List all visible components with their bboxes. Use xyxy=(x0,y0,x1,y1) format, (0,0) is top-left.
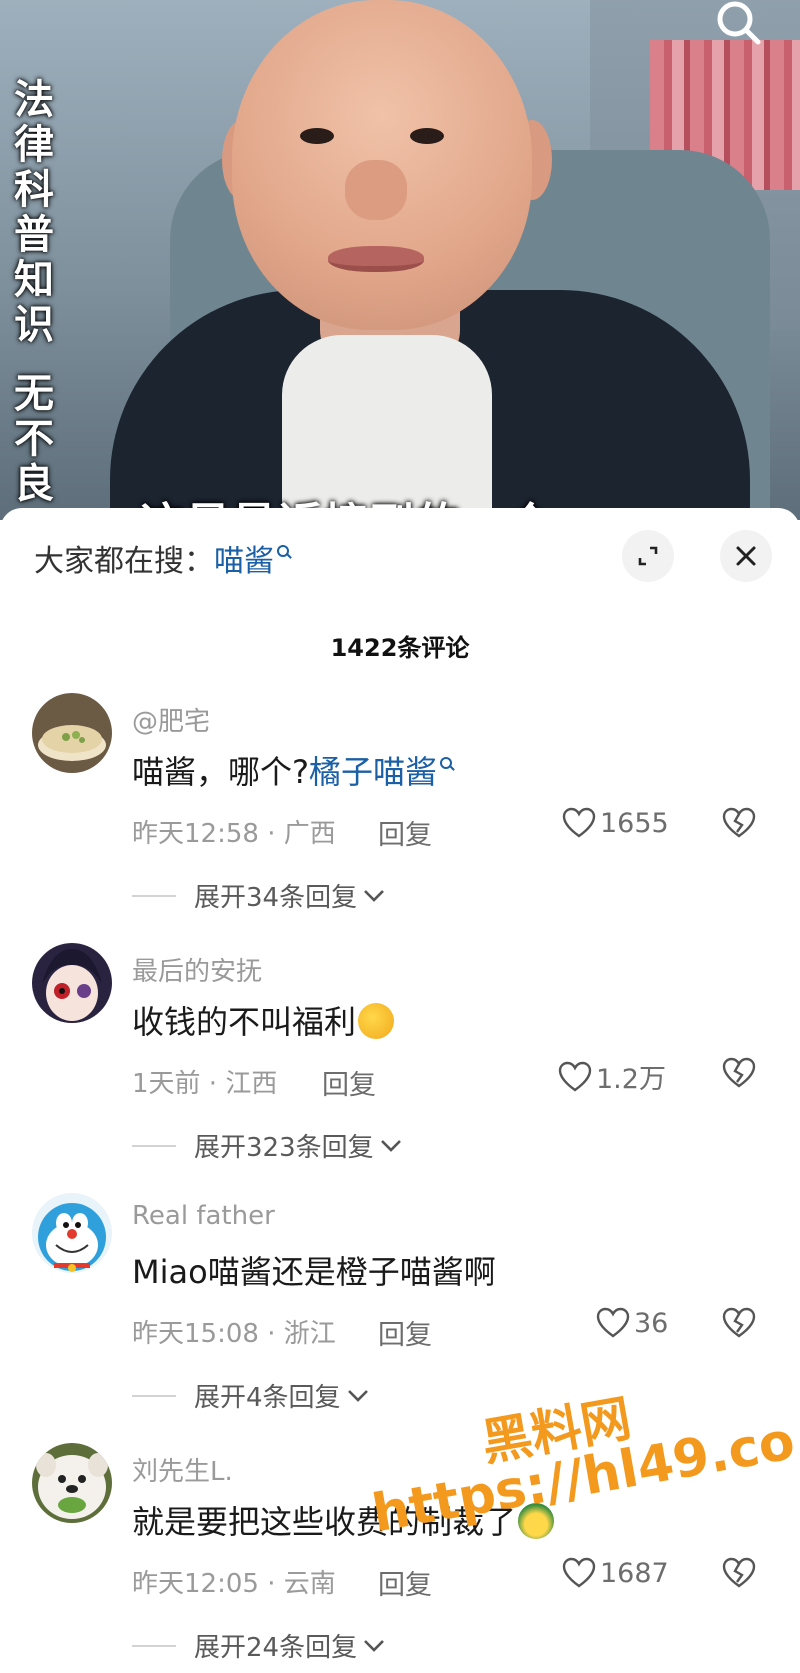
user-avatar[interactable] xyxy=(32,1193,112,1273)
comment-text: 收钱的不叫福利 xyxy=(132,997,395,1043)
comment-username[interactable]: 最后的安抚 xyxy=(132,951,262,988)
broken-heart-icon xyxy=(722,1057,756,1088)
like-button[interactable]: 36 xyxy=(596,1307,668,1339)
like-count: 1687 xyxy=(600,1557,669,1589)
search-small-icon xyxy=(277,545,289,557)
user-avatar[interactable] xyxy=(32,1443,112,1523)
comment-search-link[interactable]: 橘子喵酱 xyxy=(309,753,453,791)
expand-replies-button[interactable]: 展开323条回复 xyxy=(132,1127,402,1164)
broken-heart-icon xyxy=(722,807,756,838)
ok-hand-emoji xyxy=(358,1003,395,1039)
reply-button[interactable]: 回复 xyxy=(378,1563,432,1602)
heart-icon xyxy=(562,807,596,838)
expand-replies-label: 展开323条回复 xyxy=(194,1133,374,1163)
divider-dash xyxy=(132,1644,176,1647)
expand-replies-label: 展开34条回复 xyxy=(194,883,358,913)
video-vertical-overlay-text: 法律科普知识 无不良 xyxy=(10,78,58,507)
divider-dash xyxy=(132,1144,176,1147)
expand-replies-label: 展开24条回复 xyxy=(194,1633,358,1663)
like-count: 1655 xyxy=(600,807,669,839)
comment-text: Miao喵酱还是橙子喵酱啊 xyxy=(132,1253,496,1291)
reply-button[interactable]: 回复 xyxy=(378,813,432,852)
chevron-down-icon xyxy=(347,1389,368,1402)
user-avatar[interactable] xyxy=(32,693,112,773)
divider-dash xyxy=(132,894,176,897)
expand-sheet-button[interactable] xyxy=(622,530,674,582)
divider-dash xyxy=(132,1394,176,1397)
presenter-nose xyxy=(345,160,407,220)
expand-replies-button[interactable]: 展开4条回复 xyxy=(132,1377,369,1414)
close-sheet-button[interactable] xyxy=(720,530,772,582)
user-avatar[interactable] xyxy=(32,943,112,1023)
search-small-icon xyxy=(440,757,453,769)
chevron-down-icon xyxy=(364,1639,385,1652)
expand-icon xyxy=(638,546,658,566)
comment-time-location: 1天前 · 江西 xyxy=(132,1069,278,1099)
comment-text: 喵酱，哪个?橘子喵酱 xyxy=(132,747,453,793)
comment-time-location: 昨天15:08 · 浙江 xyxy=(132,1319,336,1349)
comment-item: 最后的安抚 收钱的不叫福利 1天前 · 江西 回复 1.2万 展开323条回复 xyxy=(0,943,800,1193)
heart-icon xyxy=(562,1557,596,1588)
hot-search-term-link[interactable]: 喵酱 xyxy=(214,544,289,579)
vertical-text-line-1: 法律科普知识 xyxy=(14,77,54,348)
comment-username[interactable]: @肥宅 xyxy=(132,701,210,738)
comment-username[interactable]: Real father xyxy=(132,1201,275,1231)
hot-search-label: 大家都在搜： xyxy=(34,544,214,579)
comment-count: 1422条评论 xyxy=(330,634,470,662)
heart-icon xyxy=(558,1061,592,1091)
video-player[interactable]: 法律科普知识 无不良 这是最近接到的一个 xyxy=(0,0,800,520)
broken-heart-icon xyxy=(722,1307,756,1338)
like-button[interactable]: 1687 xyxy=(562,1557,669,1589)
dislike-button[interactable] xyxy=(722,1557,756,1593)
like-button[interactable]: 1.2万 xyxy=(558,1057,666,1096)
broken-heart-icon xyxy=(722,1557,756,1588)
dislike-button[interactable] xyxy=(722,807,756,843)
presenter-eye xyxy=(300,128,334,144)
dislike-button[interactable] xyxy=(722,1307,756,1343)
like-count: 36 xyxy=(634,1307,669,1339)
like-count: 1.2万 xyxy=(596,1064,666,1095)
expand-replies-button[interactable]: 展开34条回复 xyxy=(132,877,385,914)
video-search-button[interactable] xyxy=(708,0,768,50)
presenter-eye xyxy=(410,128,444,144)
like-button[interactable]: 1655 xyxy=(562,807,669,839)
comment-time-location: 昨天12:58 · 广西 xyxy=(132,819,336,849)
reply-button[interactable]: 回复 xyxy=(322,1063,376,1102)
search-icon xyxy=(717,1,761,45)
dislike-button[interactable] xyxy=(722,1057,756,1093)
comment-item: @肥宅 喵酱，哪个?橘子喵酱 昨天12:58 · 广西 回复 1655 展开34… xyxy=(0,693,800,943)
expand-replies-button[interactable]: 展开24条回复 xyxy=(132,1627,385,1664)
presenter-mouth xyxy=(328,246,424,272)
heart-icon xyxy=(596,1307,630,1338)
close-icon xyxy=(736,546,756,566)
comment-username[interactable]: 刘先生L. xyxy=(132,1451,233,1488)
reply-button[interactable]: 回复 xyxy=(378,1313,432,1352)
chevron-down-icon xyxy=(380,1139,401,1152)
comment-time-location: 昨天12:05 · 云南 xyxy=(132,1569,336,1599)
hot-search-bar: 大家都在搜：喵酱 xyxy=(34,536,289,580)
expand-replies-label: 展开4条回复 xyxy=(194,1383,341,1413)
chevron-down-icon xyxy=(364,889,385,902)
vertical-text-line-2: 无不良 xyxy=(14,371,54,507)
